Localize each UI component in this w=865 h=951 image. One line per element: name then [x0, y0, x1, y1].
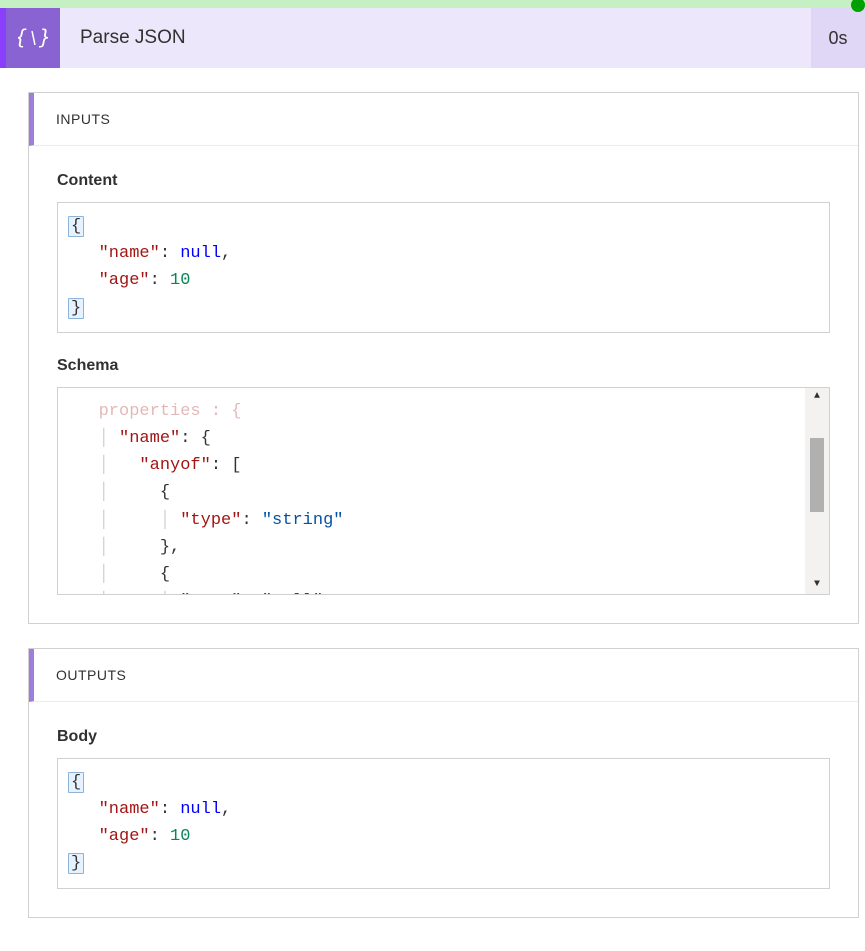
content-area: INPUTS Content { "name": null, "age": 10… [0, 92, 865, 918]
json-key: "name" [99, 800, 160, 819]
outputs-panel: OUTPUTS Body { "name": null, "age": 10 } [28, 648, 859, 918]
json-key: "age" [99, 827, 150, 846]
json-key: "type" [180, 511, 241, 530]
json-value: 10 [170, 827, 190, 846]
content-label: Content [57, 172, 830, 190]
status-strip [0, 0, 865, 8]
schema-field: Schema properties : { │ "name": { │ "any… [57, 357, 830, 595]
json-value: null [180, 800, 221, 819]
parse-json-icon: { } [6, 8, 60, 68]
json-key: "name" [119, 429, 180, 448]
json-key: "name" [99, 244, 160, 263]
scroll-track[interactable] [810, 406, 824, 576]
json-key: "type" [180, 592, 241, 595]
content-code[interactable]: { "name": null, "age": 10 } [57, 202, 830, 333]
outputs-header: OUTPUTS [29, 649, 858, 702]
json-value: null [180, 244, 221, 263]
json-value: 10 [170, 271, 190, 290]
scroll-down-icon[interactable]: ▼ [805, 576, 829, 594]
action-duration: 0s [811, 8, 865, 68]
json-value: "string" [262, 511, 344, 530]
action-title: Parse JSON [60, 27, 811, 49]
inputs-panel: INPUTS Content { "name": null, "age": 10… [28, 92, 859, 624]
scroll-up-icon[interactable]: ▲ [805, 388, 829, 406]
scrollbar[interactable]: ▲ ▼ [805, 388, 829, 594]
schema-label: Schema [57, 357, 830, 375]
json-faded: properties : { [99, 402, 242, 421]
scroll-thumb[interactable] [810, 438, 824, 512]
body-label: Body [57, 728, 830, 746]
inputs-body: Content { "name": null, "age": 10 } Sche… [29, 146, 858, 623]
action-header[interactable]: { } Parse JSON 0s [0, 8, 865, 68]
body-code[interactable]: { "name": null, "age": 10 } [57, 758, 830, 889]
json-value: "null" [262, 592, 323, 595]
schema-code[interactable]: properties : { │ "name": { │ "anyof": [ … [57, 387, 830, 595]
content-field: Content { "name": null, "age": 10 } [57, 172, 830, 333]
json-key: "anyof" [139, 456, 210, 475]
inputs-header: INPUTS [29, 93, 858, 146]
body-field: Body { "name": null, "age": 10 } [57, 728, 830, 889]
outputs-body: Body { "name": null, "age": 10 } [29, 702, 858, 917]
json-key: "age" [99, 271, 150, 290]
